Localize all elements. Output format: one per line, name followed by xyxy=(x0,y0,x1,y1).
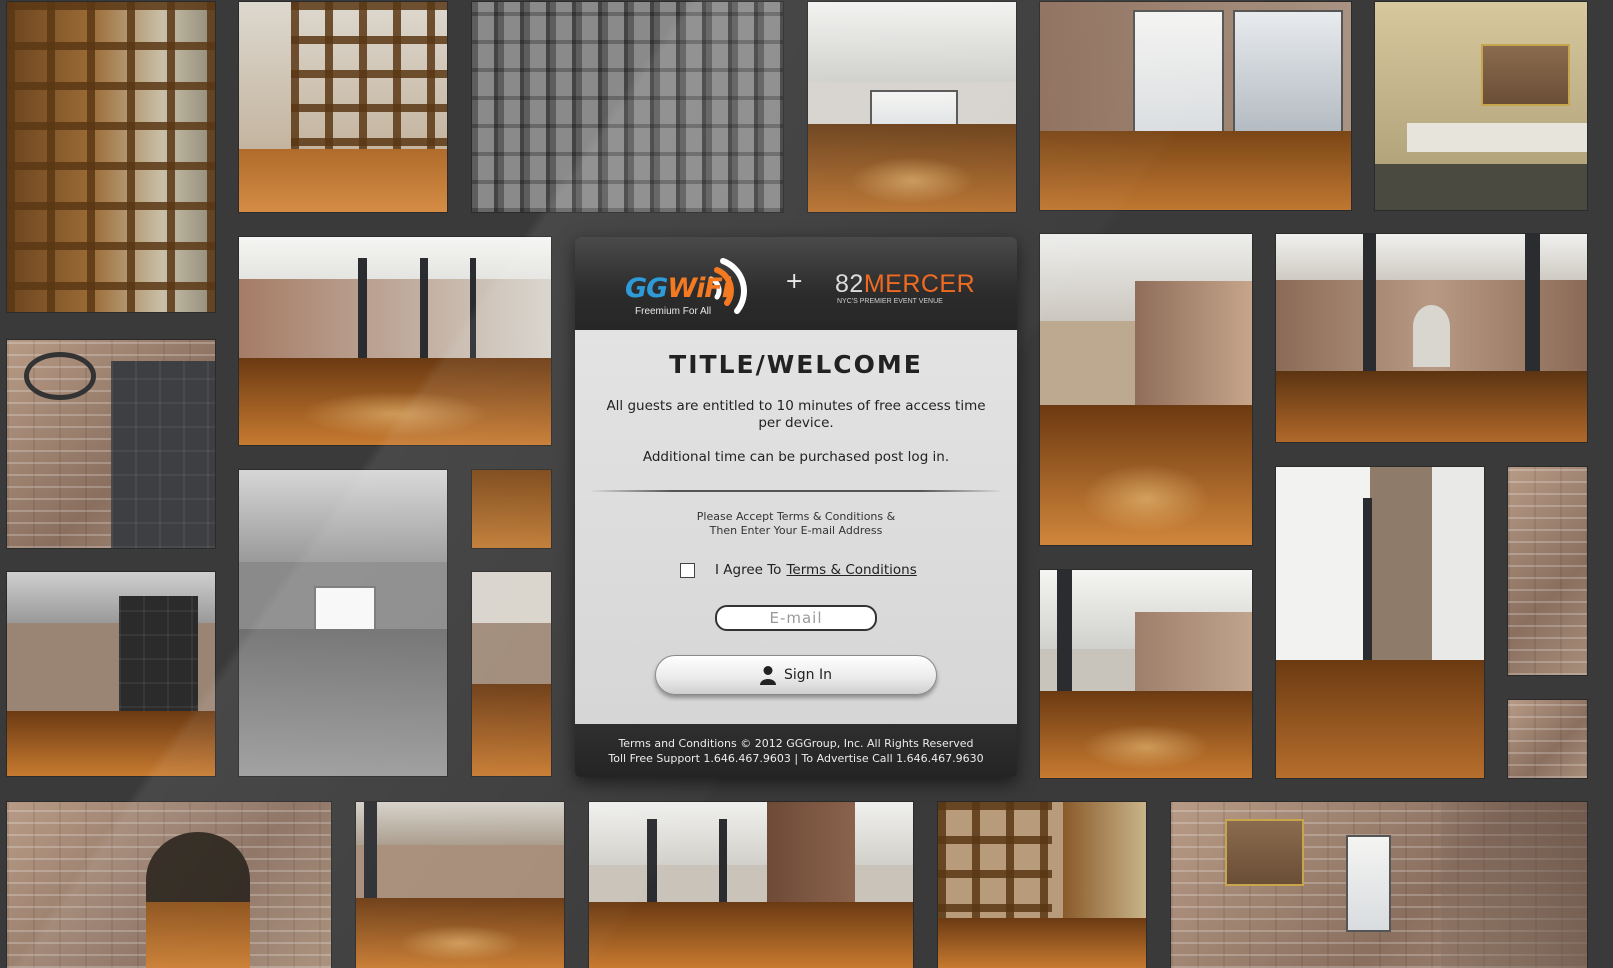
venue-photo xyxy=(239,470,447,776)
venue-photo xyxy=(472,470,551,548)
page-title: TITLE/WELCOME xyxy=(669,350,923,379)
support-contact-text: Toll Free Support 1.646.467.9603 | To Ad… xyxy=(608,752,984,765)
agree-checkbox[interactable] xyxy=(680,562,695,578)
divider xyxy=(589,490,1003,492)
login-panel: GGWiFi Freemium For All + 82MERCER NYC'S… xyxy=(575,237,1017,777)
venue-photo xyxy=(1276,467,1484,778)
terms-conditions-link[interactable]: Terms & Conditions xyxy=(786,562,916,578)
panel-header: GGWiFi Freemium For All + 82MERCER NYC'S… xyxy=(575,237,1017,330)
venue-photo xyxy=(1040,570,1252,778)
mercer-logo: 82MERCER xyxy=(835,270,976,298)
venue-photo xyxy=(1276,234,1587,442)
terms-instruction-line: Then Enter Your E-mail Address xyxy=(709,524,883,537)
email-field[interactable]: E-mail xyxy=(715,605,877,631)
panel-body: TITLE/WELCOME All guests are entitled to… xyxy=(575,330,1017,724)
mercer-tagline: NYC'S PREMIER EVENT VENUE xyxy=(837,298,943,305)
venue-photo xyxy=(1375,2,1587,210)
venue-photo xyxy=(1508,467,1587,675)
terms-instruction-line: Please Accept Terms & Conditions & xyxy=(696,510,896,523)
ggwifi-tagline: Freemium For All xyxy=(635,306,712,317)
venue-photo xyxy=(7,340,215,548)
sign-in-button[interactable]: Sign In xyxy=(655,655,937,695)
agree-label: I Agree To xyxy=(715,562,782,578)
terms-instruction: Please Accept Terms & Conditions & Then … xyxy=(575,510,1017,538)
venue-photo xyxy=(1508,700,1587,778)
venue-photo xyxy=(472,572,551,776)
venue-photo xyxy=(239,2,447,212)
user-icon xyxy=(760,666,776,685)
venue-photo xyxy=(7,2,215,312)
sign-in-label: Sign In xyxy=(784,667,832,683)
venue-photo xyxy=(7,802,331,968)
venue-photo xyxy=(7,572,215,776)
venue-photo xyxy=(1171,802,1587,968)
venue-photo xyxy=(1040,234,1252,545)
venue-photo xyxy=(472,2,783,212)
agree-row: I Agree To Terms & Conditions xyxy=(680,560,917,580)
panel-footer: Terms and Conditions © 2012 GGGroup, Inc… xyxy=(575,724,1017,777)
venue-photo xyxy=(938,802,1146,968)
venue-photo xyxy=(808,2,1016,212)
intro-text: All guests are entitled to 10 minutes of… xyxy=(606,398,986,431)
venue-photo xyxy=(1040,2,1351,210)
plus-sign: + xyxy=(785,269,804,294)
venue-photo xyxy=(589,802,913,968)
ggwifi-logo: GGWiFi xyxy=(625,273,731,304)
venue-photo xyxy=(356,802,564,968)
venue-photo xyxy=(239,237,551,445)
purchase-info-text: Additional time can be purchased post lo… xyxy=(642,449,950,465)
copyright-text: Terms and Conditions © 2012 GGGroup, Inc… xyxy=(618,737,974,750)
